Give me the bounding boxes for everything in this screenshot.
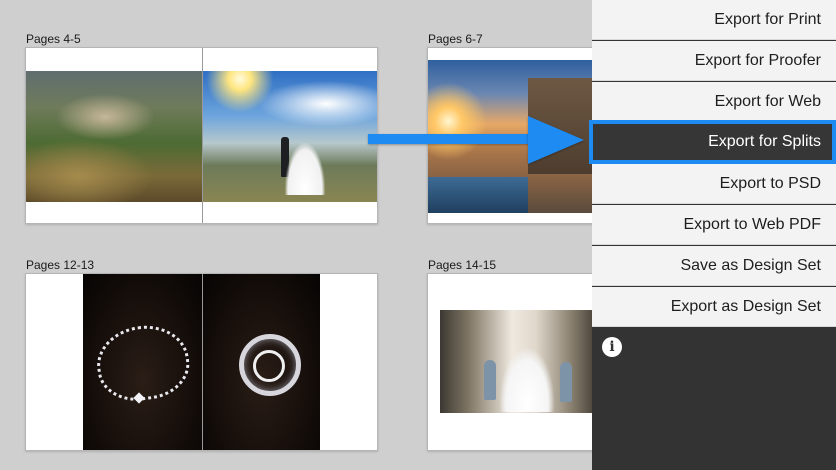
photo-necklace	[83, 274, 202, 450]
menu-item-export-as-design-set[interactable]: Export as Design Set	[592, 287, 836, 327]
spread-label-pages-14-15: Pages 14-15	[428, 258, 497, 272]
spread-label-pages-4-5: Pages 4-5	[26, 32, 81, 46]
photo-couple-mountain	[203, 71, 377, 202]
ring-inner	[253, 350, 285, 382]
photo-vineyard-aerial	[26, 71, 202, 202]
spread-label-pages-6-7: Pages 6-7	[428, 32, 483, 46]
spread-label-pages-12-13: Pages 12-13	[26, 258, 95, 272]
info-icon[interactable]: i	[602, 337, 622, 357]
menu-item-export-for-splits[interactable]: Export for Splits	[589, 120, 836, 164]
bride-figure	[285, 143, 325, 195]
photo-bridal-prep	[440, 310, 600, 413]
callout-arrow-shaft	[368, 134, 538, 144]
menu-item-export-for-print[interactable]: Export for Print	[592, 0, 836, 40]
spread-gutter	[202, 48, 203, 223]
spread-pages-4-5[interactable]	[25, 47, 378, 224]
bridesmaid-figure	[560, 362, 572, 402]
export-menu: Export for Print Export for Proofer Expo…	[589, 0, 836, 470]
bride-dress	[500, 348, 554, 412]
callout-arrow-head	[528, 116, 584, 164]
menu-item-export-for-proofer[interactable]: Export for Proofer	[592, 41, 836, 81]
spread-pages-12-13[interactable]	[25, 273, 378, 451]
menu-item-export-to-psd[interactable]: Export to PSD	[592, 164, 836, 204]
necklace-shape	[92, 319, 194, 407]
infinity-pool	[428, 177, 528, 213]
bridesmaid-figure	[484, 360, 496, 400]
menu-item-export-to-web-pdf[interactable]: Export to Web PDF	[592, 205, 836, 245]
photo-rings	[203, 274, 320, 450]
menu-item-save-as-design-set[interactable]: Save as Design Set	[592, 246, 836, 286]
spread-gutter	[202, 274, 203, 450]
menu-item-export-for-web[interactable]: Export for Web	[592, 82, 836, 122]
